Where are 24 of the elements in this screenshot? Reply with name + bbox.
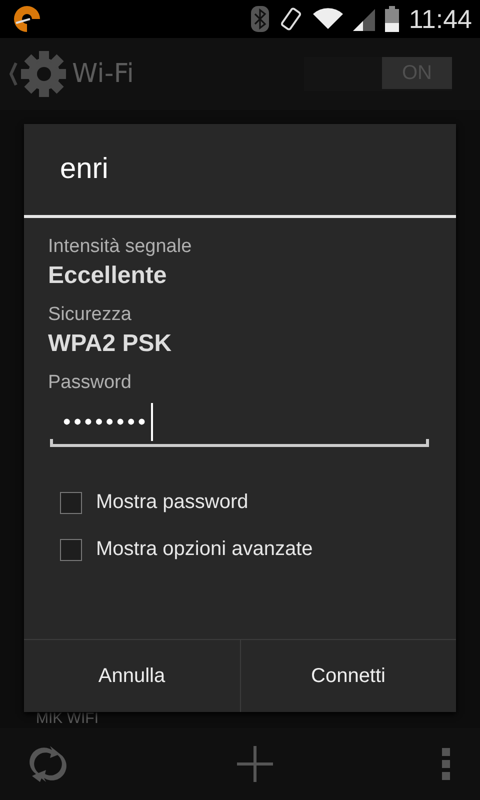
overflow-menu-icon[interactable] bbox=[442, 748, 450, 780]
field-label: Sicurezza bbox=[48, 304, 132, 326]
checkbox[interactable] bbox=[60, 538, 82, 560]
checkbox[interactable] bbox=[60, 492, 82, 514]
screen-title: Wi-Fi bbox=[72, 59, 134, 89]
field-value: WPA2 PSK bbox=[48, 330, 173, 358]
battery-icon bbox=[384, 6, 399, 32]
clock: 11:44 bbox=[408, 4, 472, 34]
checkbox-label: Mostra password bbox=[96, 491, 248, 514]
field-label: Intensità segnale bbox=[48, 236, 193, 258]
signal-icon bbox=[352, 7, 375, 31]
dialog-title: enri bbox=[24, 124, 456, 218]
refresh-icon[interactable] bbox=[28, 744, 68, 784]
network-name: MIK WIFI bbox=[36, 710, 98, 727]
field-value: Eccellente bbox=[48, 262, 168, 290]
wifi-icon bbox=[312, 7, 343, 31]
cancel-button[interactable]: Annulla bbox=[24, 640, 240, 712]
bluetooth-icon bbox=[250, 6, 269, 32]
app-logo-icon bbox=[12, 4, 42, 34]
connect-button[interactable]: Connetti bbox=[240, 640, 456, 712]
checkbox-label: Mostra opzioni avanzate bbox=[96, 538, 313, 561]
password-field[interactable]: •••••••• bbox=[53, 400, 426, 447]
field-label: Password bbox=[48, 372, 132, 394]
add-icon[interactable] bbox=[237, 746, 273, 782]
